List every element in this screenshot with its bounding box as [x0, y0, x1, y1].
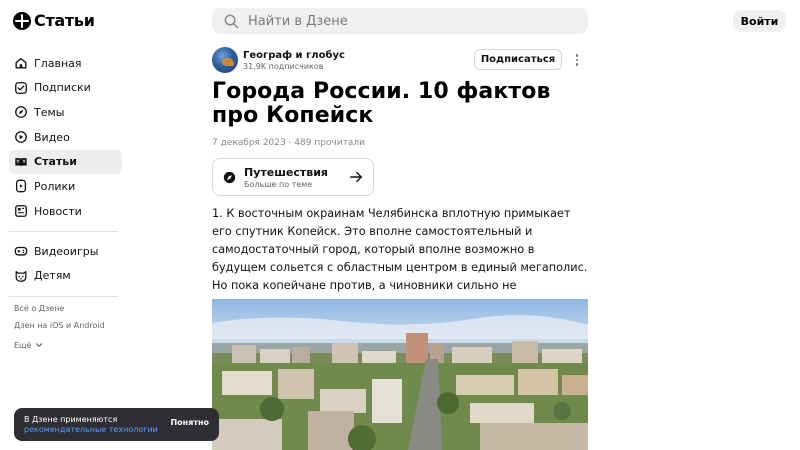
- sidebar-item-articles[interactable]: Статьи: [9, 149, 122, 174]
- footer-link-about[interactable]: Всё о Дзене: [14, 304, 105, 321]
- sidebar-item-subscriptions[interactable]: Подписки: [9, 76, 122, 100]
- logo[interactable]: Статьи: [13, 11, 95, 30]
- toast-ok-button[interactable]: Понятно: [170, 418, 209, 427]
- article-paragraph: 1. К восточным окраинам Челябинска вплот…: [212, 207, 588, 310]
- author-block[interactable]: Географ и глобус 31,9K подписчиков: [212, 47, 345, 73]
- gamepad-icon: [14, 244, 28, 258]
- toast-link[interactable]: рекомендательные технологии: [24, 425, 158, 435]
- subscriptions-icon: [14, 81, 28, 95]
- sidebar-item-kids[interactable]: Детям: [9, 264, 122, 288]
- author-name[interactable]: Географ и глобус: [243, 50, 345, 61]
- more-options-icon[interactable]: [572, 51, 582, 69]
- compass-icon: [223, 171, 236, 183]
- sidebar-item-label: Видеоигры: [34, 244, 99, 258]
- author-subscribers: 31,9K подписчиков: [243, 61, 324, 71]
- more-label: Ещё: [14, 340, 32, 350]
- chevron-down-icon: [35, 343, 42, 348]
- sidebar-item-videogames[interactable]: Видеоигры: [9, 239, 122, 263]
- arrow-right-icon: [350, 171, 362, 183]
- footer-more-button[interactable]: Ещё: [14, 337, 105, 354]
- sidebar-item-label: Темы: [34, 105, 65, 119]
- login-button[interactable]: Войти: [733, 10, 786, 32]
- topic-name: Путешествия: [244, 165, 328, 179]
- video-icon: [14, 130, 28, 144]
- sidebar-divider: [9, 231, 118, 233]
- sidebar-item-topics[interactable]: Темы: [9, 100, 122, 124]
- news-icon: [14, 204, 28, 218]
- article-title: Города России. 10 фактов про Копейск: [212, 79, 551, 128]
- sidebar-item-label: Новости: [34, 204, 82, 218]
- clips-icon: [14, 179, 28, 193]
- sidebar-item-label: Ролики: [34, 179, 76, 193]
- topic-subtitle: Больше по теме: [244, 179, 313, 189]
- search-bar[interactable]: [212, 8, 588, 34]
- kids-icon: [14, 269, 28, 283]
- sidebar-item-clips[interactable]: Ролики: [9, 174, 122, 198]
- sidebar-item-label: Главная: [34, 56, 82, 70]
- search-input[interactable]: [248, 13, 548, 29]
- article-photo: [212, 299, 588, 450]
- sidebar-item-news[interactable]: Новости: [9, 199, 122, 223]
- articles-icon: [14, 155, 28, 169]
- zen-logo-icon: [13, 11, 31, 30]
- sidebar-item-label: Подписки: [34, 81, 91, 95]
- logo-text: Статьи: [34, 11, 95, 30]
- article-meta: 7 декабря 2023 · 489 прочитали: [212, 138, 365, 148]
- avatar[interactable]: [212, 47, 238, 73]
- sidebar-footer: Всё о Дзене Дзен на iOS и Android Ещё: [14, 304, 105, 354]
- toast-text: В Дзене применяются: [24, 414, 118, 424]
- sidebar-item-video[interactable]: Видео: [9, 125, 122, 149]
- sidebar-item-label: Статьи: [34, 155, 77, 169]
- sidebar-item-label: Видео: [34, 130, 70, 144]
- cookie-toast: В Дзене применяются рекомендательные тех…: [14, 408, 219, 441]
- sidebar-divider: [9, 295, 118, 297]
- compass-icon: [14, 105, 28, 119]
- footer-link-apps[interactable]: Дзен на iOS и Android: [14, 321, 105, 338]
- topic-card[interactable]: Путешествия Больше по теме: [212, 158, 374, 196]
- subscribe-button[interactable]: Подписаться: [474, 49, 562, 70]
- sidebar-item-home[interactable]: Главная: [9, 51, 122, 75]
- search-icon: [224, 14, 239, 28]
- sidebar: Главная Подписки Темы Видео Статьи Ролик…: [9, 51, 122, 304]
- sidebar-item-label: Детям: [34, 269, 71, 283]
- home-icon: [14, 56, 28, 70]
